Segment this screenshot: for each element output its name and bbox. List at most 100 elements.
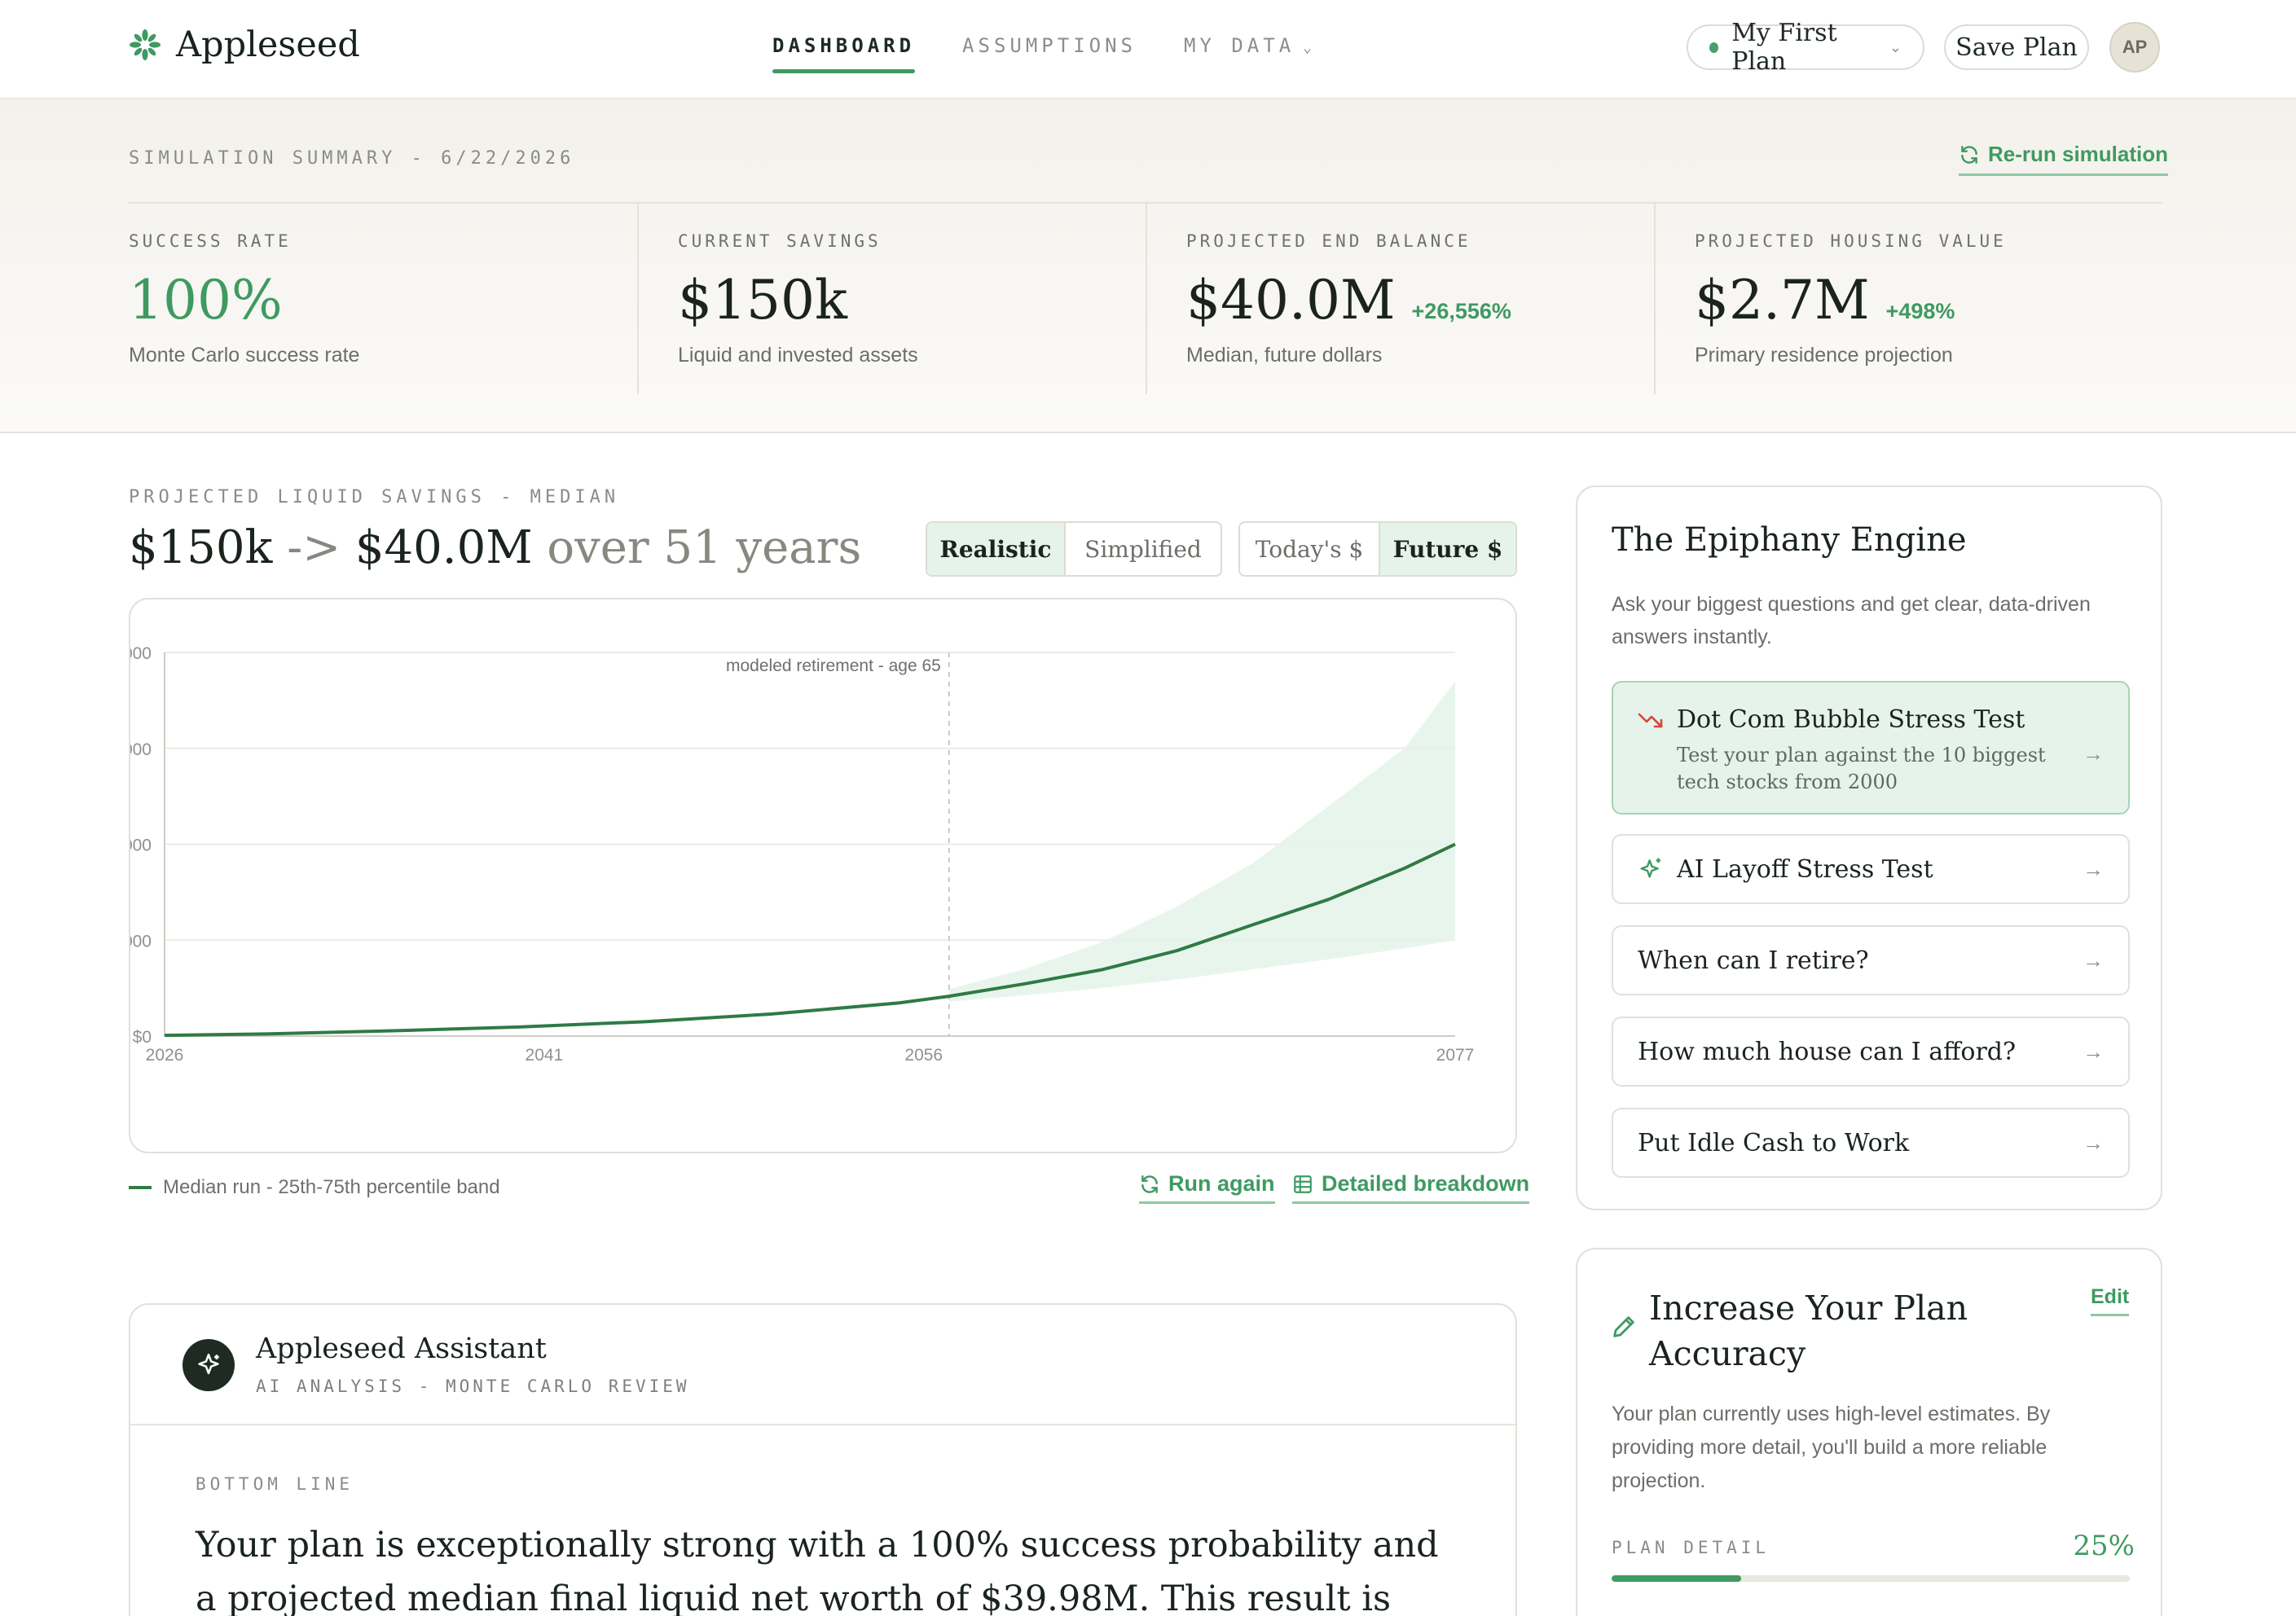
dollar-toggle: Today's $ Future $ [1238,521,1517,577]
featured-text: Dot Com Bubble Stress Test Test your pla… [1677,705,2083,796]
epiphany-item-label: When can I retire? [1638,946,1869,975]
bottom-line-text: Your plan is exceptionally strong with a… [196,1525,1439,1616]
stat-value-text: 100% [129,269,283,332]
retirement-annotation: modeled retirement - age 65 [726,656,941,675]
stat-desc: Primary residence projection [1695,344,1953,367]
x-tick-label: 2077 [1436,1046,1475,1065]
stat-desc: Monte Carlo success rate [129,344,360,367]
stat-label: PROJECTED END BALANCE [1186,231,1471,251]
toggle-future-dollars[interactable]: Future $ [1380,523,1515,575]
y-tick-label: $80,000,000 [130,644,152,663]
plan-accuracy-card: Increase Your Plan Accuracy Edit Your pl… [1576,1248,2162,1616]
epiphany-title: The Epiphany Engine [1612,521,1967,559]
plan-detail-label: PLAN DETAIL [1612,1538,1770,1557]
x-tick-label: 2056 [904,1046,943,1065]
arrow-right-icon: → [2083,947,2104,973]
headline-suffix: over 51 years [547,521,862,574]
run-again-label: Run again [1168,1171,1275,1196]
x-tick-label: 2026 [146,1046,184,1065]
stat-delta: +498% [1885,299,1955,323]
summary-title: SIMULATION SUMMARY - 6/22/2026 [129,148,575,169]
house-afford-item[interactable]: How much house can I afford? → [1612,1017,2130,1087]
pencil-icon [1610,1313,1638,1345]
y-tick-label: $0 [133,1028,152,1047]
stat-value-text: $150k [678,269,847,332]
epiphany-engine-card: The Epiphany Engine Ask your biggest que… [1576,485,2162,1210]
legend-text: Median run - 25th-75th percentile band [163,1176,500,1198]
arrow-right-icon: → [2083,1130,2104,1155]
trending-down-icon [1638,710,1665,730]
y-tick-label: $20,000,000 [130,932,152,951]
stat-value: 100% [129,269,283,332]
plan-selector[interactable]: My First Plan ⌄ [1687,19,1924,76]
stat-desc: Median, future dollars [1186,344,1383,367]
stat-value-text: $2.7M [1695,269,1870,332]
toggle-simplified[interactable]: Simplified [1066,523,1221,575]
featured-subtitle: Test your plan against the 10 biggest te… [1677,744,2046,793]
toggle-realistic[interactable]: Realistic [927,523,1066,575]
epiphany-item-label: How much house can I afford? [1638,1037,2017,1066]
stat-delta: +26,556% [1411,299,1511,323]
tab-assumptions[interactable]: ASSUMPTIONS [962,34,1137,73]
stat-label: CURRENT SAVINGS [678,231,882,251]
stat-current-savings: CURRENT SAVINGS $150k Liquid and investe… [637,204,1146,394]
y-tick-label: $60,000,000 [130,740,152,759]
tab-my-data[interactable]: MY DATA ⌄ [1184,34,1316,73]
assistant-name: Appleseed Assistant [256,1333,547,1365]
stat-separator [637,204,639,394]
y-tick-label: $40,000,000 [130,837,152,855]
stat-desc: Liquid and invested assets [678,344,918,367]
percentile-band [948,681,1455,1002]
stat-projected-housing-value: PROJECTED HOUSING VALUE $2.7M +498% Prima… [1654,204,2162,394]
plan-status-dot-icon [1709,42,1719,53]
table-icon [1294,1175,1312,1193]
refresh-icon [1141,1175,1158,1193]
when-can-i-retire-item[interactable]: When can I retire? → [1612,925,2130,995]
dot-com-stress-test-item[interactable]: Dot Com Bubble Stress Test Test your pla… [1612,681,2130,815]
stat-label: SUCCESS RATE [129,231,292,251]
stat-value: $150k [678,269,847,332]
headline-end: $40.0M [354,521,533,574]
headline-arrow: -> [287,521,341,574]
edit-link[interactable]: Edit [2091,1285,2130,1316]
sparkle-icon [183,1339,235,1391]
plan-name: My First Plan [1731,19,1837,76]
toggle-todays-dollars[interactable]: Today's $ [1240,523,1380,575]
detailed-breakdown-link[interactable]: Detailed breakdown [1292,1171,1530,1204]
rerun-label: Re-run simulation [1988,142,2169,166]
assistant-subtitle: AI ANALYSIS - MONTE CARLO REVIEW [256,1377,690,1396]
run-again-link[interactable]: Run again [1139,1171,1275,1204]
top-navigation-bar: Appleseed DASHBOARD ASSUMPTIONS MY DATA ⌄… [0,0,2296,99]
rerun-simulation-link[interactable]: Re-run simulation [1959,142,2169,176]
projection-chart-card: $0 $20,000,000 $40,000,000 $60,000,000 $80,0… [56,598,1517,1153]
breakdown-label: Detailed breakdown [1322,1171,1530,1196]
chevron-down-icon: ⌄ [1889,38,1902,56]
idle-cash-item[interactable]: Put Idle Cash to Work → [1612,1108,2130,1178]
simulation-summary: SIMULATION SUMMARY - 6/22/2026 Re-run si… [0,99,2296,433]
stat-separator [1146,204,1147,394]
mode-toggle: Realistic Simplified [926,521,1222,577]
appleseed-logo-icon [130,29,161,60]
chart-legend: Median run - 25th-75th percentile band [129,1176,500,1199]
refresh-icon [1961,145,1977,164]
ai-layoff-stress-test-item[interactable]: AI Layoff Stress Test → [1612,834,2130,904]
arrow-right-icon: → [2083,1039,2104,1064]
bottom-line-label: BOTTOM LINE [196,1474,354,1494]
accuracy-description: Your plan currently uses high-level esti… [1612,1403,2051,1492]
tab-my-data-label: MY DATA [1184,34,1295,57]
stat-label: PROJECTED HOUSING VALUE [1695,231,2007,251]
stat-value: $2.7M +498% [1695,269,1955,332]
stat-projected-end-balance: PROJECTED END BALANCE $40.0M +26,556% Med… [1146,204,1654,394]
save-plan-button[interactable]: Save Plan [1944,24,2089,70]
brand[interactable]: Appleseed [129,24,360,65]
brand-name: Appleseed [176,24,360,65]
headline-start: $150k [129,521,273,574]
epiphany-item-label: AI Layoff Stress Test [1677,854,1933,884]
main-nav: DASHBOARD ASSUMPTIONS MY DATA ⌄ [772,34,1316,73]
arrow-right-icon: → [2083,856,2104,881]
avatar[interactable]: AP [2109,22,2160,72]
x-tick-label: 2041 [526,1046,564,1065]
stat-separator [1654,204,1656,394]
tab-dashboard[interactable]: DASHBOARD [772,34,916,73]
sparkle-icon [1638,856,1665,882]
